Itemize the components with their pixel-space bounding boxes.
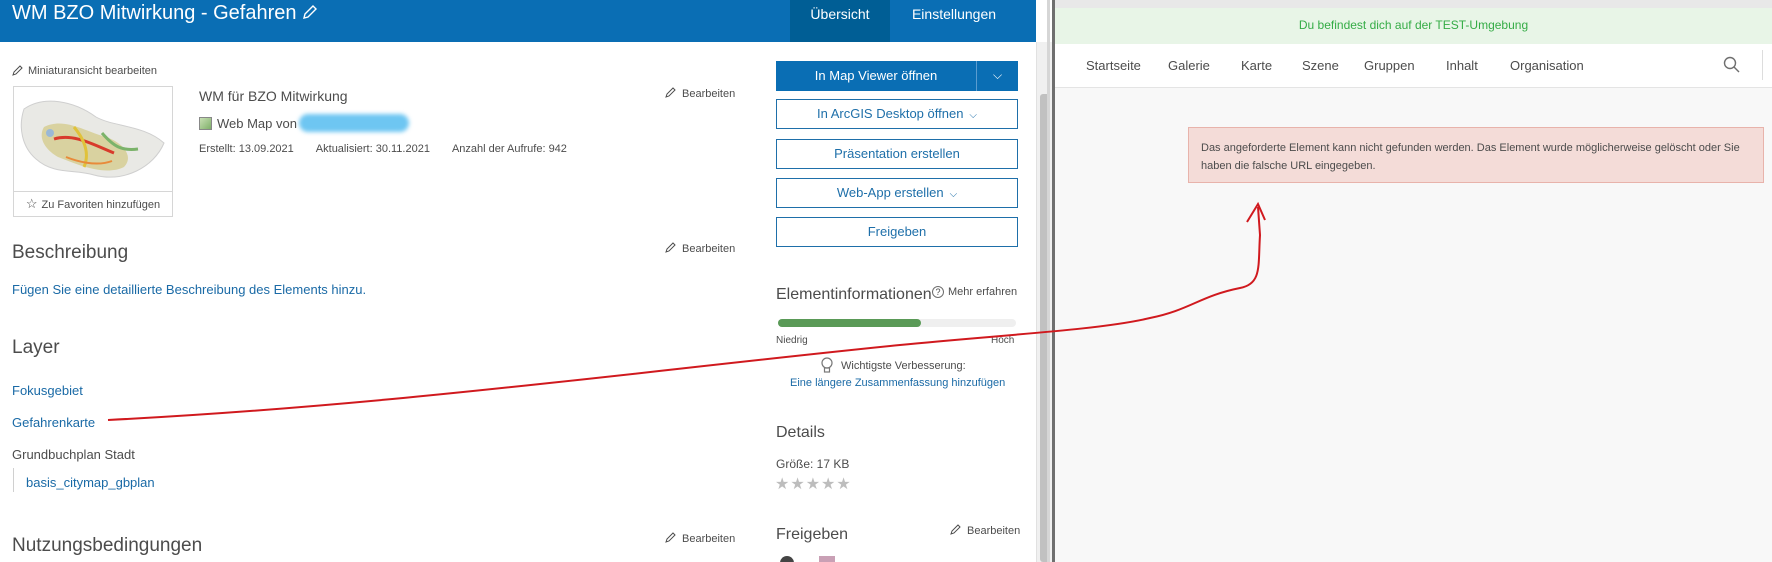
layer-link-fokusgebiet[interactable]: Fokusgebiet: [12, 383, 83, 398]
web-map-icon: [199, 117, 212, 130]
add-to-favorites-label: Zu Favoriten hinzufügen: [41, 199, 161, 211]
edit-thumbnail-link[interactable]: Miniaturansicht bearbeiten: [12, 64, 157, 77]
edit-description-link[interactable]: Bearbeiten: [665, 241, 735, 255]
sharing-heading: Freigeben: [776, 526, 849, 543]
lightbulb-icon: [821, 357, 833, 373]
edit-terms-label: Bearbeiten: [682, 533, 736, 545]
layer-group-grundbuchplan: Grundbuchplan Stadt: [12, 447, 135, 462]
item-size: Größe: 17 KB: [776, 457, 850, 471]
create-web-app-button[interactable]: Web-App erstellen ⌵: [776, 178, 1018, 208]
chevron-down-icon: ⌵: [949, 189, 958, 200]
sharing-owner-icon: [780, 556, 794, 562]
environment-banner: Du befindest dich auf der TEST-Umgebung: [1055, 8, 1772, 44]
add-description-link[interactable]: Fügen Sie eine detaillierte Beschreibung…: [12, 282, 366, 297]
item-thumbnail[interactable]: [13, 86, 173, 192]
item-info-heading: Elementinformationen: [776, 286, 932, 303]
star-icon: ☆: [25, 196, 38, 211]
create-presentation-button[interactable]: Präsentation erstellen: [776, 139, 1018, 169]
open-in-arcgis-desktop-button[interactable]: In ArcGIS Desktop öffnen ⌵: [776, 99, 1018, 129]
pencil-icon: [12, 65, 23, 76]
portal-nav-bar: Startseite Galerie Karte Szene Gruppen I…: [1055, 44, 1772, 88]
nav-organization[interactable]: Organisation: [1510, 58, 1584, 73]
learn-more-link[interactable]: ? Mehr erfahren: [932, 286, 1017, 298]
item-details-window: WM BZO Mitwirkung - Gefahren Übersicht E…: [0, 0, 1052, 562]
share-button[interactable]: Freigeben: [776, 217, 1018, 247]
pencil-icon: [665, 87, 676, 98]
help-icon: ?: [932, 286, 944, 298]
item-name: WM für BZO Mitwirkung: [199, 88, 348, 104]
tab-settings[interactable]: Einstellungen: [898, 0, 1010, 42]
search-icon[interactable]: [1723, 56, 1741, 74]
item-header: WM BZO Mitwirkung - Gefahren Übersicht E…: [0, 0, 1036, 42]
nav-separator: [1762, 50, 1763, 80]
page-title: WM BZO Mitwirkung - Gefahren: [12, 2, 297, 24]
item-metadata: Erstellt: 13.09.2021 Aktualisiert: 30.11.…: [199, 143, 589, 155]
learn-more-label: Mehr erfahren: [948, 286, 1018, 298]
item-info-progress-fill: [778, 319, 921, 327]
add-longer-summary-link[interactable]: Eine längere Zusammenfassung hinzufügen: [790, 377, 1005, 389]
item-type-label: Web Map von: [217, 116, 297, 131]
tab-overview[interactable]: Übersicht: [790, 0, 890, 42]
item-not-found-alert: Das angeforderte Element kann nicht gefu…: [1188, 127, 1764, 183]
rating-stars[interactable]: ★★★★★: [775, 474, 852, 494]
edit-sharing-label: Bearbeiten: [967, 525, 1021, 537]
layers-heading: Layer: [12, 337, 60, 358]
create-web-app-label: Web-App erstellen: [836, 185, 944, 200]
portal-error-window: Du befindest dich auf der TEST-Umgebung …: [1055, 0, 1772, 562]
nav-home[interactable]: Startseite: [1086, 58, 1141, 73]
pencil-icon: [665, 532, 676, 543]
nav-content[interactable]: Inhalt: [1446, 58, 1478, 73]
nav-groups[interactable]: Gruppen: [1364, 58, 1415, 73]
window-edge: [1047, 0, 1050, 562]
pencil-icon: [665, 242, 676, 253]
nav-gallery[interactable]: Galerie: [1168, 58, 1210, 73]
map-viewer-dropdown-button[interactable]: ⌵: [976, 61, 1018, 91]
chevron-down-icon: ⌵: [969, 110, 978, 121]
chevron-down-icon: ⌵: [992, 68, 1003, 82]
view-count: Anzahl der Aufrufe: 942: [451, 143, 567, 155]
add-to-favorites-button[interactable]: ☆ Zu Favoriten hinzufügen: [13, 192, 173, 217]
edit-summary-label: Bearbeiten: [682, 88, 736, 100]
edit-summary-link[interactable]: Bearbeiten: [665, 86, 735, 100]
top-improvement-label: Wichtigste Verbesserung:: [841, 360, 966, 372]
pencil-icon[interactable]: [302, 4, 318, 20]
window-top-strip: [1055, 0, 1772, 8]
edit-sharing-link[interactable]: Bearbeiten: [950, 523, 1020, 537]
layer-link-gefahrenkarte[interactable]: Gefahrenkarte: [12, 415, 95, 430]
sharing-group-icon: [819, 556, 835, 562]
open-in-arcgis-desktop-label: In ArcGIS Desktop öffnen: [816, 106, 964, 121]
sublayer-indent-line: [13, 468, 14, 492]
nav-map[interactable]: Karte: [1241, 58, 1272, 73]
owner-redacted: [298, 114, 409, 132]
map-thumbnail-image: [20, 100, 165, 178]
sublayer-link-basis-citymap[interactable]: basis_citymap_gbplan: [26, 475, 155, 490]
item-type: Web Map von: [199, 114, 409, 132]
progress-high-label: Hoch: [991, 335, 1015, 346]
nav-scene[interactable]: Szene: [1302, 58, 1339, 73]
progress-low-label: Niedrig: [776, 335, 808, 346]
terms-heading: Nutzungsbedingungen: [12, 535, 203, 556]
description-heading: Beschreibung: [12, 242, 129, 263]
edit-description-label: Bearbeiten: [682, 243, 736, 255]
pencil-icon: [950, 524, 961, 535]
open-in-map-viewer-button[interactable]: In Map Viewer öffnen: [776, 61, 976, 91]
item-info-progress-bar: [778, 319, 1016, 327]
edit-terms-link[interactable]: Bearbeiten: [665, 531, 735, 545]
edit-thumbnail-label: Miniaturansicht bearbeiten: [28, 65, 158, 77]
updated-date: Aktualisiert: 30.11.2021: [315, 143, 430, 155]
created-date: Erstellt: 13.09.2021: [199, 143, 294, 155]
details-heading: Details: [776, 424, 825, 441]
